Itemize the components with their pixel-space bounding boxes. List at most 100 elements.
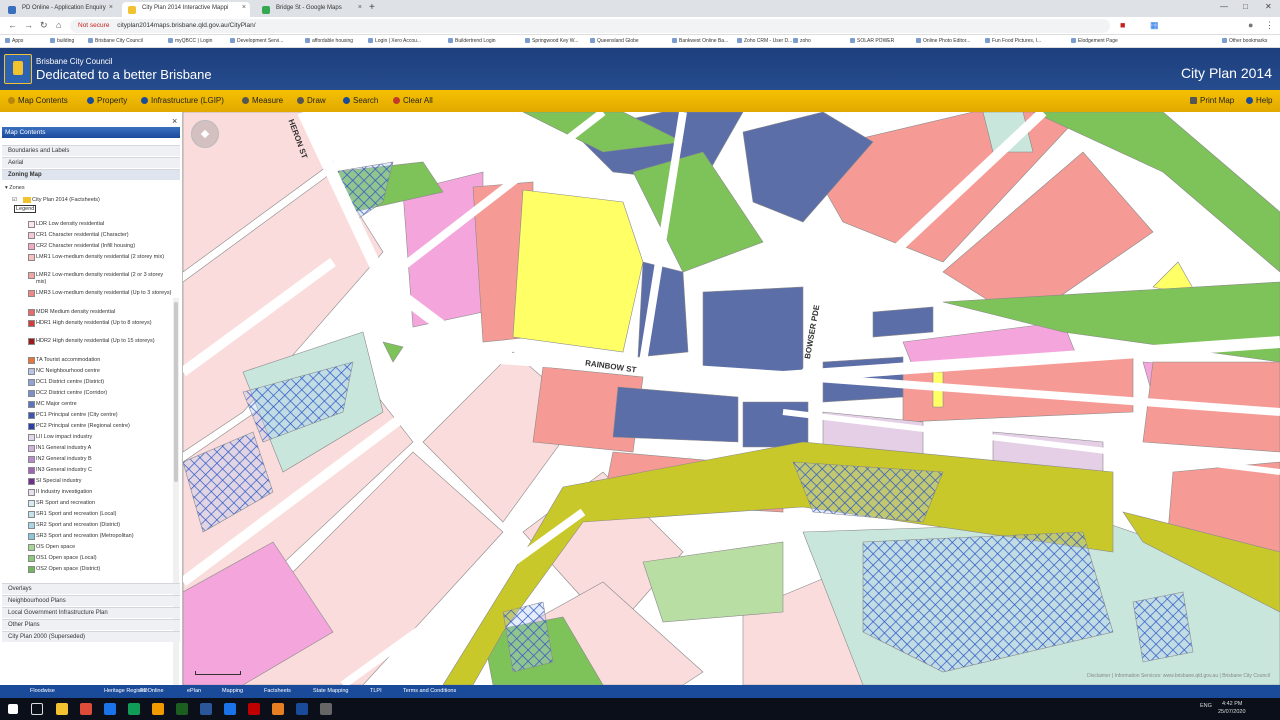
measure-button[interactable]: Measure	[242, 96, 283, 105]
layer-label[interactable]: City Plan 2014 (Factsheets)	[32, 197, 100, 203]
taskbar-app-icon[interactable]	[104, 703, 116, 715]
taskbar-app-icon[interactable]	[152, 703, 164, 715]
layer-checkbox[interactable]: ☑	[12, 197, 17, 203]
zone-block-centre[interactable]	[702, 286, 804, 378]
apps-icon[interactable]: ▦	[1150, 20, 1159, 31]
tab-close-icon[interactable]: ×	[242, 4, 246, 11]
bookmark-item[interactable]: Brisbane City Council	[88, 38, 143, 44]
taskbar-app-icon[interactable]	[320, 703, 332, 715]
bookmark-item[interactable]: Buildertrend Login	[448, 38, 496, 44]
browser-tab-3[interactable]: Bridge St - Google Maps ×	[256, 2, 366, 17]
draw-button[interactable]: Draw	[297, 96, 326, 105]
close-window-icon[interactable]: ✕	[1265, 2, 1272, 11]
browser-tab-2[interactable]: City Plan 2014 Interactive Mappi ×	[122, 2, 250, 17]
footer-link[interactable]: Terms and Conditions	[403, 688, 456, 694]
print-map-button[interactable]: Print Map	[1190, 96, 1234, 105]
bookmark-item[interactable]: Bankwest Online Ba...	[672, 38, 728, 44]
help-button[interactable]: Help	[1246, 96, 1272, 105]
footer-link[interactable]: Floodwise	[30, 688, 55, 694]
bookmark-item[interactable]: SOLAR POWER	[850, 38, 894, 44]
bookmark-item[interactable]: Online Photo Editor...	[916, 38, 970, 44]
taskbar-app-icon[interactable]	[80, 703, 92, 715]
url-field[interactable]: Not secure cityplan2014maps.brisbane.qld…	[70, 19, 1110, 33]
section-city-plan-2000-superseded[interactable]: City Plan 2000 (Superseded)	[2, 631, 180, 642]
clear-all-button[interactable]: Clear All	[393, 96, 433, 105]
zone-block-yellow[interactable]	[512, 189, 644, 353]
council-logo[interactable]	[4, 54, 32, 84]
scroll-thumb[interactable]	[174, 302, 178, 482]
section-zoning-map[interactable]: Zoning Map	[2, 169, 180, 180]
bookmark-item[interactable]: Zoho CRM - User D...	[737, 38, 792, 44]
taskbar-app-icon[interactable]	[128, 703, 140, 715]
bookmark-item[interactable]: Elodgement Page	[1071, 38, 1118, 44]
extension-icon[interactable]: ■	[1120, 20, 1125, 30]
bookmark-item[interactable]: Apps	[5, 38, 23, 44]
home-icon[interactable]: ⌂	[56, 20, 61, 30]
property-button[interactable]: Property	[87, 96, 127, 105]
zone-swatch	[28, 357, 35, 364]
taskbar-app-icon[interactable]	[248, 703, 260, 715]
profile-avatar-icon[interactable]: ●	[1248, 20, 1253, 30]
footer-link[interactable]: ePlan	[187, 688, 201, 694]
bookmark-item[interactable]: Development Servi...	[230, 38, 283, 44]
clock-date[interactable]: 25/07/2020	[1218, 709, 1246, 715]
tab-close-icon[interactable]: ×	[358, 4, 362, 11]
reload-icon[interactable]: ↻	[40, 20, 48, 31]
bookmark-item[interactable]: Other bookmarks	[1222, 38, 1267, 44]
zones-expander[interactable]: ▾ Zones	[5, 185, 25, 191]
menu-icon[interactable]: ⋮	[1265, 20, 1274, 31]
forward-icon[interactable]: →	[24, 20, 33, 30]
footer-link[interactable]: State Mapping	[313, 688, 348, 694]
section-other-plans[interactable]: Other Plans	[2, 619, 180, 630]
footer-link[interactable]: Mapping	[222, 688, 243, 694]
site-footer: Floodwise Heritage Register PDOnline ePlan M…	[0, 685, 1280, 698]
footer-link[interactable]: PDOnline	[140, 688, 164, 694]
taskbar-app-icon[interactable]	[176, 703, 188, 715]
bookmark-item[interactable]: myQBCC | Login	[168, 38, 212, 44]
map-canvas[interactable]	[183, 112, 1280, 685]
zone-block-centre[interactable]	[612, 386, 739, 443]
bookmark-item[interactable]: zoho	[793, 38, 811, 44]
zoning-map[interactable]: HERON ST RAINBOW ST BOWSER PDE Disclaime…	[183, 112, 1280, 685]
footer-link[interactable]: Factsheets	[264, 688, 291, 694]
maximize-icon[interactable]: □	[1243, 2, 1248, 11]
taskbar-app-icon[interactable]	[200, 703, 212, 715]
section-aerial[interactable]: Aerial	[2, 157, 180, 168]
bookmark-item[interactable]: Springwood Key W...	[525, 38, 578, 44]
overlay-hatch[interactable]	[1132, 591, 1194, 663]
language-indicator[interactable]: ENG	[1200, 703, 1212, 709]
section-boundaries[interactable]: Boundaries and Labels	[2, 145, 180, 156]
close-panel-icon[interactable]: ×	[172, 116, 177, 126]
taskbar-app-icon[interactable]	[56, 703, 68, 715]
taskbar-app-icon[interactable]	[296, 703, 308, 715]
bookmark-item[interactable]: Queensland Globe	[590, 38, 639, 44]
back-icon[interactable]: ←	[8, 20, 17, 30]
minimize-icon[interactable]: —	[1220, 2, 1228, 11]
map-contents-button[interactable]: Map Contents	[8, 96, 68, 105]
task-view-icon[interactable]	[31, 703, 43, 715]
infrastructure-button[interactable]: Infrastructure (LGIP)	[141, 96, 224, 105]
section-overlays[interactable]: Overlays	[2, 583, 180, 594]
legend-toggle[interactable]: Legend	[14, 205, 37, 213]
tab-close-icon[interactable]: ×	[109, 4, 113, 11]
section-neighbourhood-plans[interactable]: Neighbourhood Plans	[2, 595, 180, 606]
taskbar-app-icon[interactable]	[224, 703, 236, 715]
bookmark-item[interactable]: affordable housing	[305, 38, 353, 44]
zone-block-centre[interactable]	[742, 401, 809, 448]
windows-start-icon[interactable]	[8, 704, 18, 714]
compass-control[interactable]	[191, 120, 219, 148]
bookmark-item[interactable]: Fun Food Pictures, I...	[985, 38, 1041, 44]
overlay-hatch[interactable]	[792, 461, 944, 523]
taskbar-app-icon[interactable]	[272, 703, 284, 715]
new-tab-button[interactable]: +	[369, 2, 375, 13]
bookmark-item[interactable]: Login | Xero Accou...	[368, 38, 421, 44]
section-local-government-infrastructure-plan[interactable]: Local Government Infrastructure Plan	[2, 607, 180, 618]
zone-block-open-space[interactable]	[382, 341, 404, 363]
zone-block-centre[interactable]	[872, 306, 934, 338]
browser-tab-1[interactable]: PD Online - Application Enquiry ×	[2, 2, 117, 17]
search-button[interactable]: Search	[343, 96, 378, 105]
clock-time[interactable]: 4:42 PM	[1222, 701, 1242, 707]
bookmark-item[interactable]: building	[50, 38, 74, 44]
footer-link[interactable]: TLPI	[370, 688, 382, 694]
zone-block-open-space[interactable]	[632, 151, 764, 273]
